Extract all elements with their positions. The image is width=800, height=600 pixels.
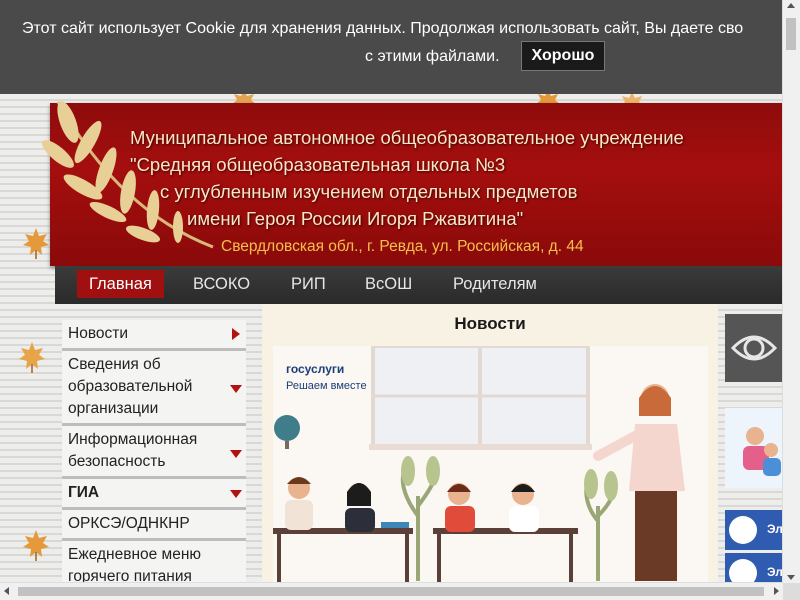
cookie-message: Этот сайт использует Cookie для хранения… (22, 20, 744, 37)
gosuslugi-widget-label: Эл (767, 522, 783, 536)
sidebar-item-news[interactable]: Новости (62, 320, 246, 351)
sidebar-item-label: Ежедневное меню горячего питания (68, 546, 202, 585)
family-illustration (743, 427, 781, 476)
scroll-right-icon[interactable] (774, 587, 779, 595)
gosuslugi-icon (729, 516, 757, 544)
scroll-left-icon[interactable] (4, 587, 9, 595)
cookie-accept-button[interactable]: Хорошо (521, 41, 605, 71)
arrow-right-icon (232, 328, 240, 340)
cookie-message-continued: с этими файлами. (365, 48, 500, 65)
scrollbar-thumb[interactable] (786, 18, 796, 50)
school-title: Муниципальное автономное общеобразовател… (130, 124, 730, 232)
sidebar-item-orkse[interactable]: ОРКСЭ/ОДНКНР (62, 510, 246, 541)
scroll-down-icon[interactable] (787, 575, 795, 580)
nav-item-parents[interactable]: Родителям (441, 270, 549, 298)
school-address: Свердловская обл., г. Ревда, ул. Российс… (221, 238, 584, 255)
nav-item-vsoko[interactable]: ВСОКО (181, 270, 262, 298)
arrow-down-icon (230, 490, 242, 498)
maple-leaf-decor-icon (19, 342, 45, 373)
title-line: имени Героя России Игоря Ржавитина" (187, 208, 524, 229)
sidebar-item-label: Сведения об образовательной организации (68, 356, 193, 417)
sidebar-item-info-security[interactable]: Информационная безопасность (62, 426, 246, 479)
eye-icon (730, 335, 778, 361)
arrow-down-icon (230, 385, 242, 393)
sidebar-item-label: Новости (68, 325, 129, 342)
family-banner-thumbnail[interactable] (725, 408, 783, 488)
sidebar-item-label: ОРКСЭ/ОДНКНР (68, 515, 190, 532)
scrollbar-thumb[interactable] (18, 587, 764, 596)
gosuslugi-widget[interactable]: Эл (725, 510, 783, 550)
nav-item-home[interactable]: Главная (77, 270, 164, 298)
nav-item-rip[interactable]: РИП (279, 270, 338, 298)
title-line: Муниципальное автономное общеобразовател… (130, 127, 684, 148)
scroll-up-icon[interactable] (787, 3, 795, 8)
news-banner-image[interactable]: госуслуги Решаем вместе (273, 346, 708, 584)
horizontal-scrollbar[interactable] (0, 582, 783, 600)
sidebar-menu: Новости Сведения об образовательной орга… (62, 320, 246, 594)
news-heading: Новости (454, 314, 526, 333)
vertical-scrollbar[interactable] (782, 0, 800, 583)
nav-item-vsosh[interactable]: ВсОШ (353, 270, 424, 298)
sidebar-item-org-info[interactable]: Сведения об образовательной организации (62, 351, 246, 426)
sidebar-item-label: Информационная безопасность (68, 431, 198, 470)
gosuslugi-widget-label: Эл (767, 565, 783, 579)
accessibility-button[interactable] (725, 314, 783, 382)
title-line: с углубленным изучением отдельных предме… (160, 181, 578, 202)
sidebar-item-gia[interactable]: ГИА (62, 479, 246, 510)
sidebar-item-label: ГИА (68, 484, 100, 501)
scrollbar-corner (783, 583, 800, 600)
title-line: "Средняя общеобразовательная школа №3 (130, 154, 506, 175)
arrow-down-icon (230, 450, 242, 458)
cookie-consent-bar: Этот сайт использует Cookie для хранения… (0, 0, 783, 94)
maple-leaf-decor-icon (23, 530, 49, 561)
classroom-illustration (273, 346, 685, 584)
main-navigation: Главная ВСОКО РИП ВсОШ Родителям (55, 266, 783, 304)
news-section: Новости госуслуги Решаем вместе (262, 304, 718, 584)
